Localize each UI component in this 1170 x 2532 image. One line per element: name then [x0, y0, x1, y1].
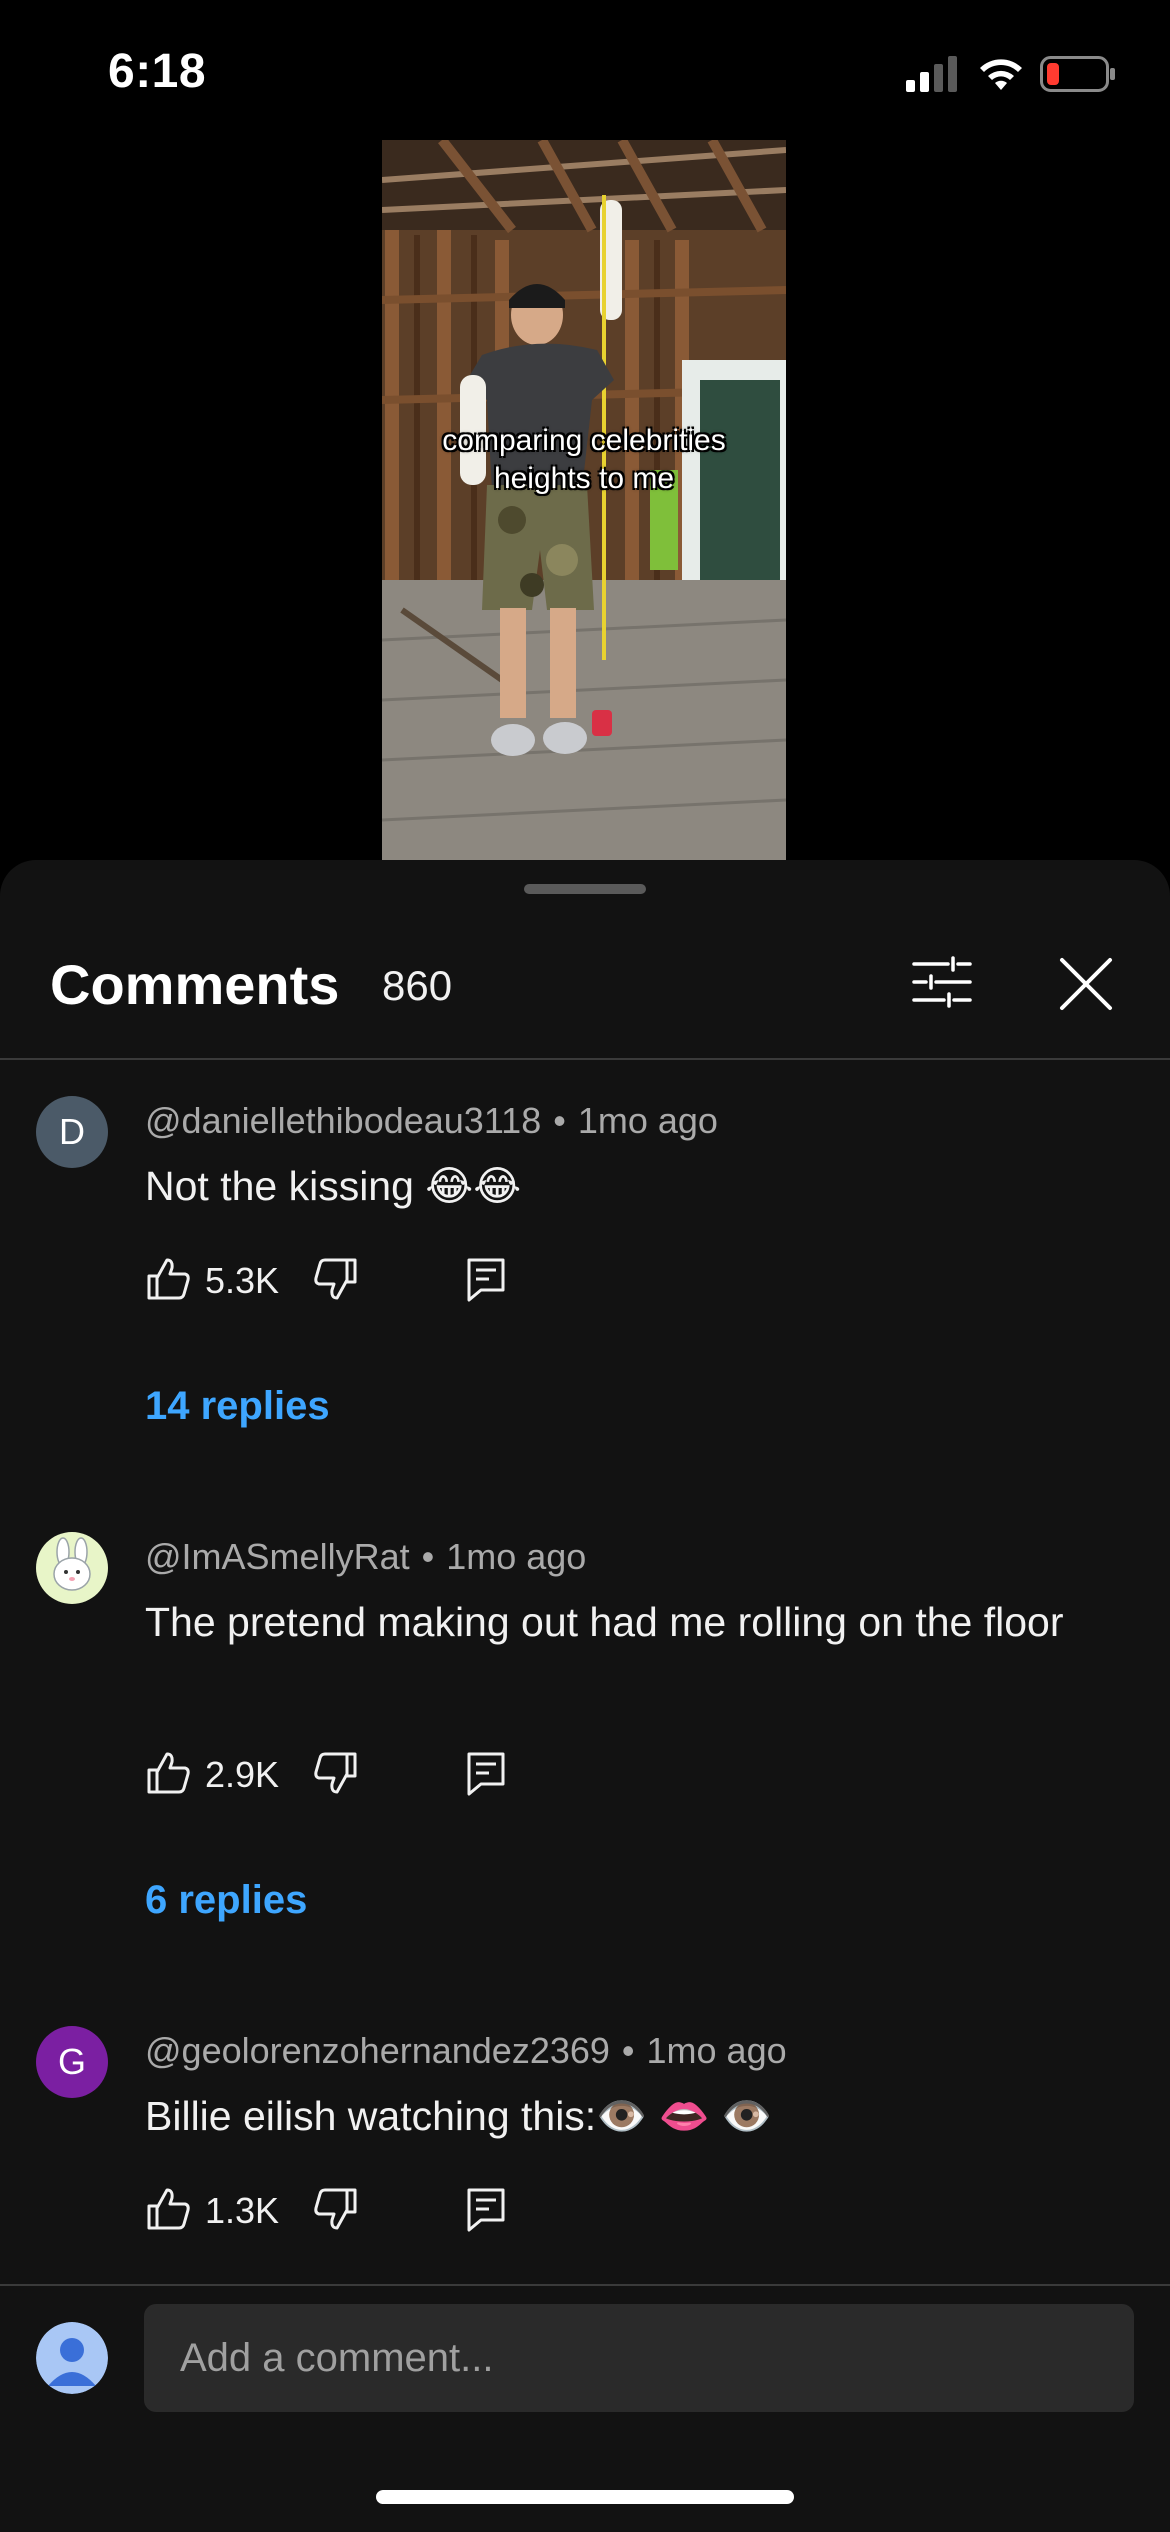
thumbs-down-icon[interactable] — [313, 1256, 359, 1302]
video-player[interactable]: comparing celebrities heights to me — [382, 140, 786, 860]
video-caption: comparing celebrities heights to me — [382, 422, 786, 498]
like-count: 5.3K — [205, 1260, 280, 1301]
bunny-avatar-icon — [53, 1537, 91, 1591]
comment-text: Billie eilish watching this:👁️ 👄 👁️ — [145, 2093, 773, 2139]
thumbs-down-icon[interactable] — [313, 1750, 359, 1796]
comment-time: 1mo ago — [577, 1100, 718, 1141]
avatar[interactable]: G — [36, 2026, 108, 2098]
view-replies-link[interactable]: 6 replies — [145, 1878, 307, 1923]
comments-title: Comments — [50, 953, 340, 1016]
comment-text: Not the kissing 😂😂 — [145, 1163, 522, 1209]
cellular-signal-icon — [906, 56, 957, 92]
comment-item: @ImASmellyRat • 1mo ago The pretend making… — [0, 1532, 1170, 1922]
drag-handle[interactable] — [524, 884, 646, 894]
comment-item: G @geolorenzohernandez2369 • 1mo ago Billi… — [0, 2026, 1170, 2266]
user-avatar[interactable] — [36, 2322, 108, 2394]
thumbs-up-icon[interactable] — [145, 1256, 191, 1302]
comment-time: 1mo ago — [646, 2030, 787, 2071]
status-bar: 6:18 — [0, 0, 1170, 140]
meta-separator: • — [553, 1100, 566, 1141]
avatar[interactable]: D — [36, 1096, 108, 1168]
meta-separator: • — [621, 2030, 635, 2071]
thumbs-up-icon[interactable] — [145, 2186, 191, 2232]
thumbs-up-icon[interactable] — [145, 1750, 191, 1796]
default-user-icon — [36, 2322, 108, 2394]
comment-author[interactable]: @ImASmellyRat — [145, 1536, 410, 1577]
battery-low-icon — [1040, 56, 1115, 92]
caption-line-2: heights to me — [493, 462, 675, 495]
comment-item: D @daniellethibodeau3118 • 1mo ago Not the… — [0, 1096, 1170, 1456]
comment-time: 1mo ago — [446, 1536, 587, 1577]
comment-author[interactable]: @daniellethibodeau3118 — [145, 1100, 541, 1141]
close-icon[interactable] — [1058, 956, 1114, 1012]
avatar[interactable] — [36, 1532, 108, 1604]
comment-meta: @daniellethibodeau3118 • 1mo ago — [145, 1100, 718, 1142]
view-replies-link[interactable]: 14 replies — [145, 1384, 330, 1429]
status-time: 6:18 — [108, 45, 207, 98]
reply-comment-icon[interactable] — [463, 1256, 509, 1302]
meta-separator: • — [421, 1536, 435, 1577]
header-divider — [0, 1058, 1170, 1060]
like-count: 2.9K — [205, 1754, 280, 1795]
wifi-icon — [980, 59, 1022, 90]
comment-author[interactable]: @geolorenzohernandez2369 — [145, 2030, 610, 2071]
comment-meta: @geolorenzohernandez2369 • 1mo ago — [145, 2030, 787, 2072]
comment-meta: @ImASmellyRat • 1mo ago — [145, 1536, 586, 1578]
caption-line-1: comparing celebrities — [442, 424, 726, 457]
comments-count: 860 — [382, 962, 453, 1009]
video-frame — [382, 140, 786, 860]
thumbs-down-icon[interactable] — [313, 2186, 359, 2232]
home-indicator[interactable] — [376, 2490, 794, 2504]
reply-comment-icon[interactable] — [463, 1750, 509, 1796]
reply-comment-icon[interactable] — [463, 2186, 509, 2232]
comment-text: The pretend making out had me rolling on… — [145, 1599, 1064, 1645]
filter-sliders-icon[interactable] — [912, 956, 972, 1008]
add-comment-input[interactable] — [144, 2304, 1134, 2412]
like-count: 1.3K — [205, 2190, 280, 2231]
